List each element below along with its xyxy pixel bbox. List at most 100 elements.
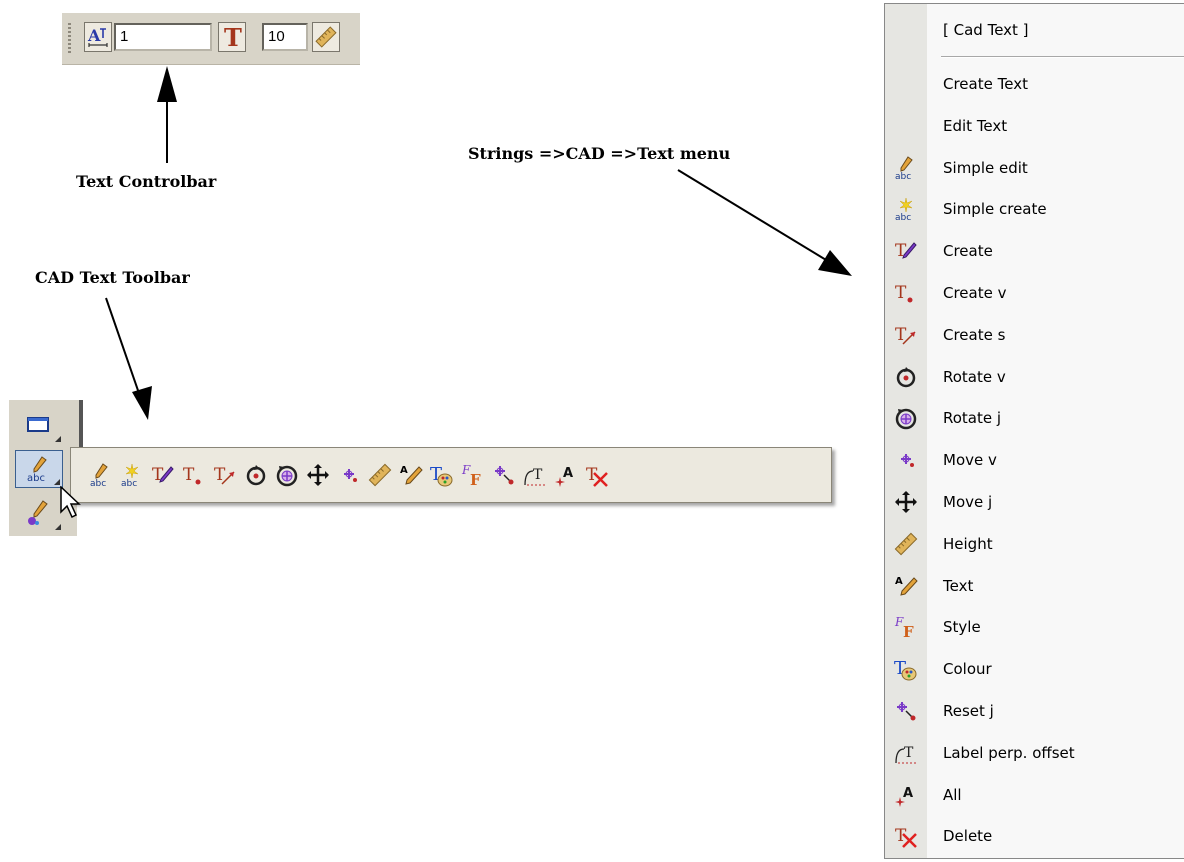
toolbar-grip[interactable]: [68, 23, 71, 53]
svg-text:abc: abc: [121, 479, 137, 487]
menu-item-blank-icon: [885, 64, 927, 104]
svg-text:abc: abc: [895, 172, 911, 180]
menu-item[interactable]: Rotate j: [885, 398, 1184, 438]
pencil-paint-icon[interactable]: [15, 494, 63, 532]
menu-item-label: Rotate v: [943, 367, 1006, 386]
menu-item-label: Move v: [943, 451, 997, 470]
colour-icon[interactable]: T: [426, 458, 457, 492]
menu-item-label: Create v: [943, 284, 1007, 302]
move-v-icon[interactable]: [333, 458, 364, 492]
T-brush-icon: T: [885, 231, 927, 271]
menu-item[interactable]: Reset j: [885, 691, 1184, 731]
menu-arrow: [677, 169, 837, 267]
svg-text:T: T: [224, 25, 242, 49]
text-align-icon[interactable]: A: [84, 22, 112, 52]
menu-item[interactable]: T Create: [885, 231, 1184, 271]
abc-star-icon: abc: [885, 189, 927, 229]
menu-item-label: Text: [943, 576, 974, 595]
menu-item-label: Create s: [943, 325, 1006, 344]
pencil-abc-icon[interactable]: abc: [15, 450, 63, 488]
menu-item[interactable]: T Create v: [885, 273, 1184, 313]
svg-text:A: A: [400, 465, 408, 476]
reset-j-icon[interactable]: [488, 458, 519, 492]
menu-item[interactable]: F F Style: [885, 607, 1184, 647]
delete-icon[interactable]: T: [581, 458, 612, 492]
F-style-icon: FF: [885, 607, 927, 647]
all-icon[interactable]: A: [550, 458, 581, 492]
menu-item[interactable]: T Colour: [885, 649, 1184, 689]
simple-create-icon[interactable]: abc: [116, 458, 147, 492]
svg-text:T: T: [895, 283, 907, 303]
menu-item[interactable]: T Create s: [885, 315, 1184, 355]
menu-item[interactable]: abc Simple edit: [885, 148, 1184, 188]
svg-text:T: T: [533, 467, 543, 483]
T-curve-icon: T: [885, 733, 927, 773]
create-s-icon[interactable]: T: [209, 458, 240, 492]
text-size-field[interactable]: 10: [262, 23, 308, 51]
simple-edit-icon[interactable]: abc: [85, 458, 116, 492]
text-font-icon[interactable]: T: [218, 22, 246, 52]
T-palette-icon: T: [885, 649, 927, 689]
menu-arrowhead: [818, 250, 852, 276]
menu-item-label: Move j: [943, 493, 993, 511]
create-v-icon[interactable]: T: [178, 458, 209, 492]
rotate-icon: [885, 357, 927, 397]
menu-header-label: [ Cad Text ]: [943, 21, 1029, 39]
abc-pencil-icon: abc: [885, 148, 927, 188]
cad-text-menu: [ Cad Text ] Create Text Edit Text abc Simp…: [884, 3, 1184, 859]
move-small-icon: [885, 440, 927, 480]
svg-text:abc: abc: [27, 473, 45, 483]
rotate-v-icon[interactable]: [240, 458, 271, 492]
menu-item[interactable]: abc Simple create: [885, 189, 1184, 229]
A-star-icon: A: [885, 775, 927, 815]
menu-item[interactable]: A Text: [885, 566, 1184, 606]
menu-item[interactable]: Move j: [885, 482, 1184, 522]
menu-item-label: Style: [943, 618, 981, 637]
menu-item[interactable]: Create Text: [885, 64, 1184, 104]
svg-text:A: A: [903, 786, 913, 801]
move-j-icon[interactable]: [302, 458, 333, 492]
mouse-cursor-icon: [60, 486, 81, 519]
toolbar-arrow: [105, 297, 143, 403]
text-angle-field[interactable]: 1: [114, 23, 212, 51]
T-arrow-icon: T: [885, 315, 927, 355]
menu-item-label: Edit Text: [943, 116, 1008, 135]
menu-item-label: Reset j: [943, 702, 994, 720]
menu-item-label: Create Text: [943, 75, 1028, 93]
svg-text:A: A: [895, 576, 903, 587]
menu-header: [ Cad Text ]: [885, 10, 1184, 50]
ruler-icon: [885, 524, 927, 564]
menu-item[interactable]: A All: [885, 775, 1184, 815]
menu-item[interactable]: Rotate v: [885, 357, 1184, 397]
menu-item-label: Rotate j: [943, 409, 1002, 428]
A-pencil-icon: A: [885, 566, 927, 606]
rectangle-tool-icon[interactable]: [15, 406, 63, 444]
controlbar-arrowhead: [157, 66, 177, 102]
svg-text:abc: abc: [895, 213, 911, 221]
toolbar-arrowhead: [132, 386, 152, 420]
menu-item[interactable]: T Label perp. offset: [885, 733, 1184, 773]
reset-icon: [885, 691, 927, 731]
height-ruler-icon[interactable]: [312, 22, 340, 52]
svg-text:A: A: [87, 26, 101, 45]
menu-item[interactable]: T Delete: [885, 816, 1184, 856]
menu-item-label: Height: [943, 534, 993, 553]
label-perp-offset-icon[interactable]: T: [519, 458, 550, 492]
text-icon[interactable]: A: [395, 458, 426, 492]
menu-item-label: Label perp. offset: [943, 743, 1075, 762]
svg-text:T: T: [904, 745, 914, 761]
style-icon[interactable]: FF: [457, 458, 488, 492]
menu-item-label: Create: [943, 242, 993, 261]
menu-item[interactable]: Move v: [885, 440, 1184, 480]
T-dot-icon: T: [885, 273, 927, 313]
menu-item[interactable]: Height: [885, 524, 1184, 564]
svg-text:F: F: [903, 623, 914, 639]
T-x-icon: T: [885, 816, 927, 856]
menu-item-label: Simple create: [943, 200, 1047, 219]
svg-text:A: A: [563, 466, 573, 481]
menu-item[interactable]: Edit Text: [885, 106, 1184, 146]
height-icon[interactable]: [364, 458, 395, 492]
cad-text-flyout-toolbar: abc abc T T T A T F F T A T: [70, 447, 832, 503]
create-icon[interactable]: T: [147, 458, 178, 492]
rotate-j-icon[interactable]: [271, 458, 302, 492]
